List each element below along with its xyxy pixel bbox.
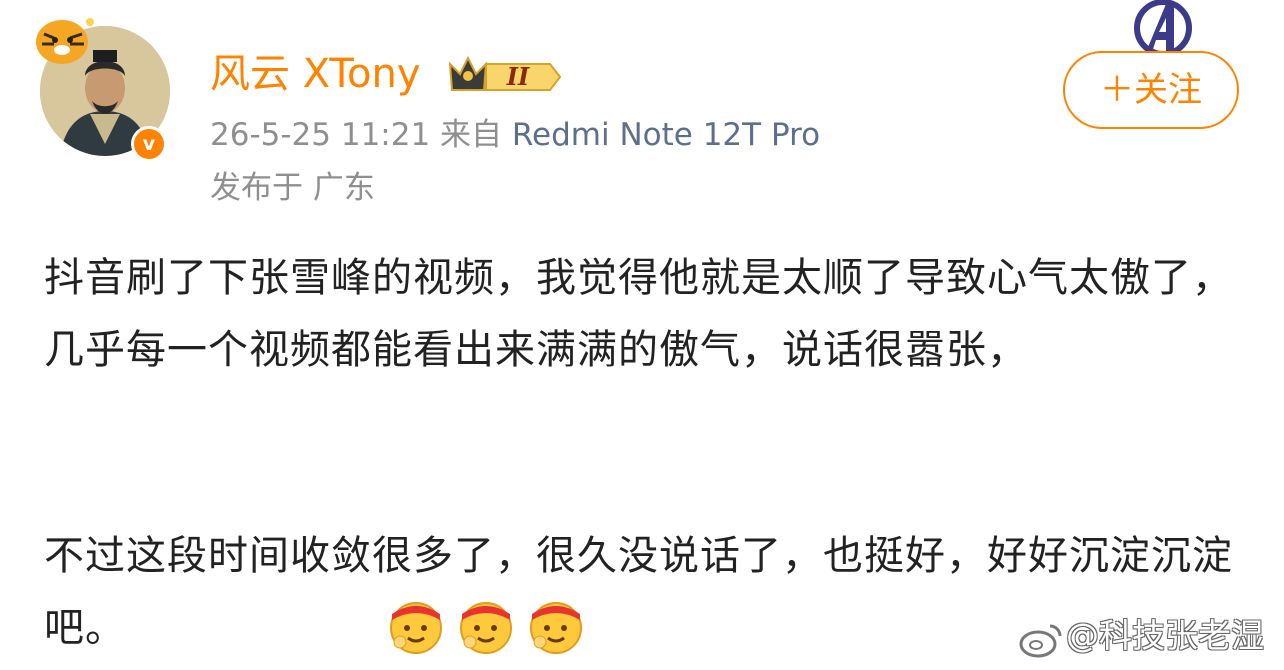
fighting-emoji-icon xyxy=(460,602,512,654)
username[interactable]: 风云 XTony xyxy=(210,50,421,98)
device-link[interactable]: Redmi Note 12T Pro xyxy=(512,117,820,153)
avengers-badge-icon xyxy=(1134,0,1192,52)
weibo-logo-icon xyxy=(1019,624,1062,658)
post-paragraph-1: 抖音刷了下张雪峰的视频，我觉得他就是太顺了导致心气太傲了，几乎每一个视频都能看出… xyxy=(44,255,1233,373)
follow-button[interactable]: ＋关注 xyxy=(1063,51,1239,129)
emoji-row xyxy=(390,602,582,654)
verified-badge-icon: v xyxy=(131,126,167,162)
post-time: 26-5-25 11:21 xyxy=(210,117,431,153)
tiger-sticker-icon xyxy=(36,18,94,64)
crown-rank-badge-icon: II xyxy=(448,55,562,91)
watermark-text: @科技张老湿 xyxy=(1066,616,1264,655)
source-prefix: 来自 xyxy=(440,117,503,153)
fighting-emoji-icon xyxy=(530,602,582,654)
post-meta: 26-5-25 11:21 来自 Redmi Note 12T Pro xyxy=(210,115,820,155)
rank-badge-label: II xyxy=(506,62,530,91)
post-location: 发布于 广东 xyxy=(210,170,375,206)
fighting-emoji-icon xyxy=(390,602,442,654)
